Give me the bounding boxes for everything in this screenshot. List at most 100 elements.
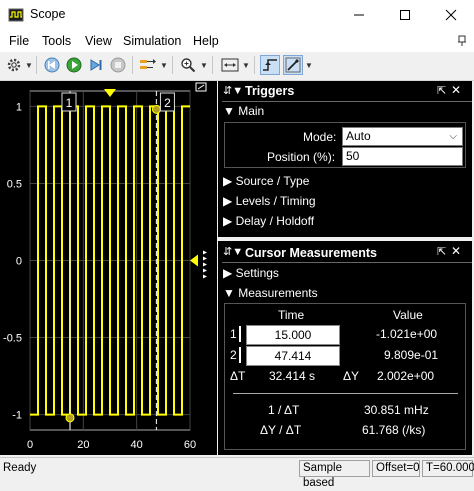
divider bbox=[233, 393, 458, 394]
measurements-section-label: Measurements bbox=[238, 286, 318, 300]
highlight-signal-button[interactable] bbox=[138, 55, 158, 75]
scale-axes-button[interactable] bbox=[220, 55, 240, 75]
levels-timing-section[interactable]: ▶ Levels / Timing bbox=[223, 194, 316, 208]
window-title: Scope bbox=[30, 7, 66, 21]
x-tick-label: 40 bbox=[131, 439, 143, 451]
scope-plot[interactable]: 0 20 40 60 1 0.5 0 -0.5 -1 1 2 bbox=[0, 81, 217, 455]
delta-t-value: 32.414 s bbox=[269, 369, 316, 383]
expand-arrow-icon bbox=[203, 268, 207, 273]
expand-arrow-icon bbox=[203, 274, 207, 279]
source-type-label: Source / Type bbox=[235, 174, 310, 188]
zoom-dropdown[interactable]: ▼ bbox=[200, 58, 208, 72]
cursor1-row-label: 1 bbox=[230, 327, 237, 341]
trigger-icon bbox=[263, 59, 277, 71]
settings-button[interactable] bbox=[4, 55, 24, 75]
offset-status: Offset=0 bbox=[372, 460, 420, 477]
delta-y-value: 2.002e+00 bbox=[377, 369, 435, 383]
cursor2-marker bbox=[239, 347, 241, 363]
mode-value: Auto bbox=[346, 129, 371, 143]
maximize-icon bbox=[400, 10, 410, 20]
expand-arrow-icon bbox=[203, 250, 207, 255]
cursor2-row-label: 2 bbox=[230, 348, 237, 362]
value-column-header: Value bbox=[393, 308, 423, 322]
zoom-in-icon bbox=[181, 58, 196, 73]
expand-arrow-icon bbox=[203, 256, 207, 261]
triggers-panel-menu-icon[interactable]: ⇵▼ bbox=[223, 84, 243, 97]
triggers-undock-icon[interactable]: ⇱ bbox=[437, 84, 446, 97]
position-input[interactable]: 50 bbox=[342, 147, 463, 166]
cursor1-marker bbox=[239, 326, 241, 342]
dy-dt-label: ΔY / ΔT bbox=[260, 423, 302, 437]
highlight-dropdown[interactable]: ▼ bbox=[160, 58, 168, 72]
menu-simulation[interactable]: Simulation bbox=[123, 34, 181, 48]
zoom-button[interactable] bbox=[178, 55, 198, 75]
toolbar-separator bbox=[254, 56, 255, 74]
delay-holdoff-label: Delay / Holdoff bbox=[235, 214, 315, 228]
cursor-1-marker bbox=[65, 413, 75, 423]
mode-select[interactable]: Auto ⌵ bbox=[342, 127, 463, 146]
close-button[interactable] bbox=[428, 0, 474, 30]
title-bar: Scope bbox=[0, 0, 474, 30]
plot-area[interactable]: 0 20 40 60 1 0.5 0 -0.5 -1 1 2 bbox=[0, 81, 217, 455]
cursor-measurements-button[interactable] bbox=[283, 55, 303, 75]
mode-label: Mode: bbox=[303, 130, 337, 144]
delta-t-label: ΔT bbox=[230, 369, 246, 383]
gear-icon bbox=[7, 58, 21, 72]
step-forward-button[interactable] bbox=[86, 55, 106, 75]
expand-arrow-icon bbox=[203, 262, 207, 267]
triggers-close-icon[interactable]: ✕ bbox=[451, 83, 461, 97]
step-forward-icon bbox=[90, 59, 102, 71]
cursor-panel-undock-icon[interactable]: ⇱ bbox=[437, 245, 446, 258]
cursor-panel-close-icon[interactable]: ✕ bbox=[451, 244, 461, 258]
dy-dt-value: 61.768 (/ks) bbox=[362, 423, 426, 437]
scale-dropdown[interactable]: ▼ bbox=[242, 58, 250, 72]
cursor-measurements-title: Cursor Measurements bbox=[245, 246, 377, 260]
time-status: T=60.000 bbox=[422, 460, 474, 477]
cursor-measurement-icon bbox=[285, 57, 301, 73]
y-tick-label: 0 bbox=[16, 256, 22, 268]
cursor2-time-field[interactable]: 47.414 bbox=[246, 346, 340, 366]
cursor-1-label: 1 bbox=[66, 96, 73, 110]
time-column-header: Time bbox=[278, 308, 305, 322]
toolbar-separator bbox=[36, 56, 37, 74]
x-tick-label: 20 bbox=[77, 439, 89, 451]
step-back-button[interactable] bbox=[42, 55, 62, 75]
scale-axes-icon bbox=[221, 58, 239, 72]
settings-dropdown[interactable]: ▼ bbox=[25, 58, 33, 72]
signal-trace bbox=[30, 105, 190, 416]
measurements-dropdown[interactable]: ▼ bbox=[305, 58, 313, 72]
menu-tools[interactable]: Tools bbox=[42, 34, 71, 48]
y-tick-label: -1 bbox=[12, 410, 22, 422]
delay-holdoff-section[interactable]: ▶ Delay / Holdoff bbox=[223, 214, 314, 228]
toolbar-separator bbox=[172, 56, 173, 74]
source-type-section[interactable]: ▶ Source / Type bbox=[223, 174, 309, 188]
chevron-down-icon: ⌵ bbox=[449, 131, 457, 142]
inverse-delta-t-label: 1 / ΔT bbox=[268, 403, 300, 417]
menu-view[interactable]: View bbox=[85, 34, 112, 48]
cursor2-value: 9.809e-01 bbox=[384, 348, 439, 362]
y-tick-label: 1 bbox=[16, 101, 22, 113]
cursor-panel-menu-icon[interactable]: ⇵▼ bbox=[223, 245, 243, 258]
divider bbox=[222, 101, 472, 102]
measurements-section-toggle[interactable]: ▼ Measurements bbox=[223, 286, 318, 300]
maximize-button[interactable] bbox=[382, 0, 428, 30]
settings-section-toggle[interactable]: ▶ Settings bbox=[223, 266, 279, 280]
cursor1-value: -1.021e+00 bbox=[376, 327, 438, 341]
trigger-level-marker bbox=[190, 254, 198, 267]
triggers-title: Triggers bbox=[245, 84, 295, 98]
run-button[interactable] bbox=[64, 55, 84, 75]
main-section-toggle[interactable]: ▼ Main bbox=[223, 104, 264, 118]
triggers-button[interactable] bbox=[260, 55, 280, 75]
toolbar-separator bbox=[132, 56, 133, 74]
minimize-button[interactable] bbox=[336, 0, 382, 30]
play-icon bbox=[66, 57, 82, 73]
x-tick-label: 0 bbox=[27, 439, 33, 451]
stop-button[interactable] bbox=[108, 55, 128, 75]
cursor-2-label: 2 bbox=[164, 96, 171, 110]
y-tick-label: 0.5 bbox=[7, 178, 22, 190]
settings-section-label: Settings bbox=[235, 266, 279, 280]
menu-help[interactable]: Help bbox=[193, 34, 219, 48]
cursor1-time-field[interactable]: 15.000 bbox=[246, 325, 340, 345]
pin-icon[interactable] bbox=[456, 35, 468, 47]
menu-file[interactable]: File bbox=[9, 34, 29, 48]
